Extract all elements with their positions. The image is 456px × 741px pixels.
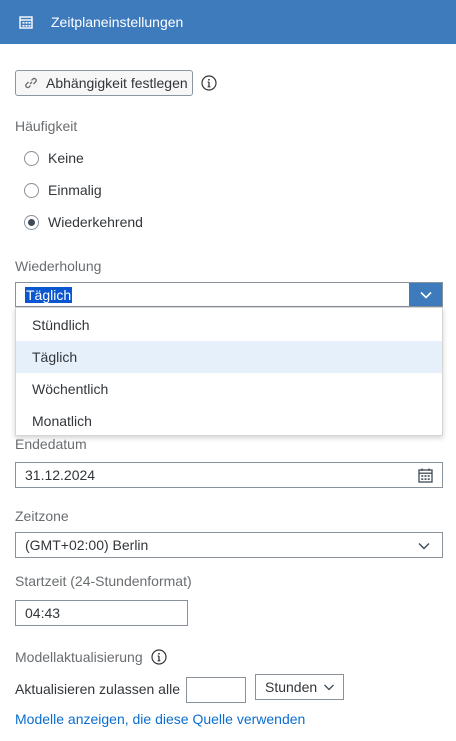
dropdown-item-weekly[interactable]: Wöchentlich xyxy=(16,373,442,405)
info-icon[interactable] xyxy=(201,75,217,91)
end-date-label: Endedatum xyxy=(15,436,87,452)
repeat-select[interactable]: Täglich xyxy=(15,282,443,307)
info-icon[interactable] xyxy=(151,649,167,665)
panel-title: Zeitplaneinstellungen xyxy=(51,14,184,30)
end-date-field[interactable]: 31.12.2024 xyxy=(15,462,443,488)
radio-circle-selected[interactable] xyxy=(24,214,39,230)
chevron-down-icon[interactable] xyxy=(417,541,431,551)
repeat-select-value[interactable]: Täglich xyxy=(25,287,73,303)
radio-dot xyxy=(28,218,35,226)
timezone-label: Zeitzone xyxy=(15,508,69,524)
chevron-down-icon xyxy=(324,684,334,691)
radio-none[interactable]: Keine xyxy=(24,150,84,166)
chevron-down-icon xyxy=(419,291,432,299)
repeat-dropdown-list: Stündlich Täglich Wöchentlich Monatlich xyxy=(15,307,443,436)
radio-label: Einmalig xyxy=(48,182,102,198)
repeat-select-toggle[interactable] xyxy=(409,283,442,306)
radio-circle[interactable] xyxy=(24,150,39,166)
refresh-unit-value: Stunden xyxy=(265,679,318,695)
calendar-icon xyxy=(19,16,33,29)
refresh-unit-select[interactable]: Stunden xyxy=(255,674,344,700)
set-dependency-button[interactable]: Abhängigkeit festlegen xyxy=(15,70,193,96)
model-refresh-label: Modellaktualisierung xyxy=(15,649,143,665)
dropdown-item-daily[interactable]: Täglich xyxy=(16,341,442,373)
allow-refresh-label: Aktualisieren zulassen alle xyxy=(15,681,180,697)
dropdown-item-monthly[interactable]: Monatlich xyxy=(16,405,442,437)
end-date-value: 31.12.2024 xyxy=(25,467,96,483)
radio-label: Wiederkehrend xyxy=(48,214,143,230)
radio-label: Keine xyxy=(48,150,84,166)
frequency-label: Häufigkeit xyxy=(15,118,78,134)
timezone-select[interactable]: (GMT+02:00) Berlin xyxy=(15,532,443,558)
view-models-link[interactable]: Modelle anzeigen, die diese Quelle verwe… xyxy=(15,711,305,727)
radio-circle[interactable] xyxy=(24,182,39,198)
radio-once[interactable]: Einmalig xyxy=(24,182,102,198)
radio-recurring[interactable]: Wiederkehrend xyxy=(24,214,143,230)
calendar-icon[interactable] xyxy=(418,468,433,483)
set-dependency-label: Abhängigkeit festlegen xyxy=(46,75,188,91)
dropdown-item-hourly[interactable]: Stündlich xyxy=(16,309,442,341)
link-icon xyxy=(25,77,37,89)
panel-header: Zeitplaneinstellungen xyxy=(0,0,456,44)
start-time-value: 04:43 xyxy=(25,605,61,621)
start-time-field[interactable]: 04:43 xyxy=(15,600,188,626)
timezone-value: (GMT+02:00) Berlin xyxy=(25,537,149,553)
repeat-label: Wiederholung xyxy=(15,258,102,274)
refresh-interval-input[interactable] xyxy=(186,677,246,703)
start-time-label: Startzeit (24-Stundenformat) xyxy=(15,573,192,589)
